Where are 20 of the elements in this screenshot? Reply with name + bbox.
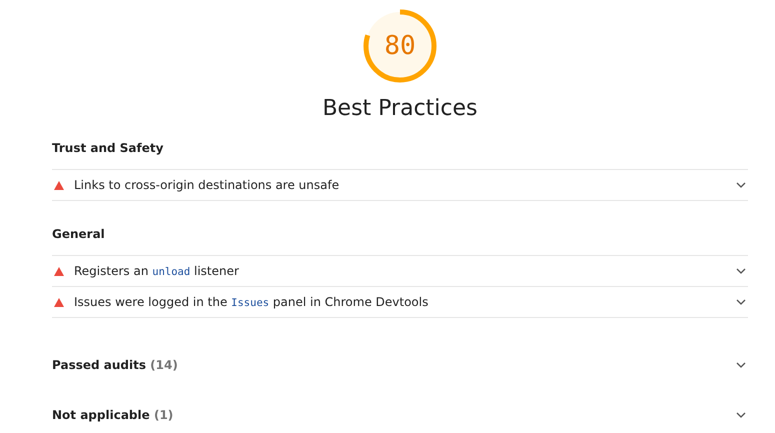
section-title[interactable]: Not applicable (1) [52, 408, 736, 422]
warning-triangle-icon [54, 266, 64, 276]
audit-row[interactable]: Registers an unload listener [52, 255, 748, 286]
category-title: Best Practices [322, 96, 478, 121]
audit-row[interactable]: Links to cross-origin destinations are unsafe [52, 169, 748, 201]
section-title[interactable]: Passed audits (14) [52, 358, 736, 372]
warning-triangle-icon [54, 298, 64, 306]
chevron-down-icon[interactable] [736, 362, 746, 368]
audit-title: Registers an unload listener [74, 264, 240, 278]
chevron-down-icon[interactable] [736, 299, 746, 305]
audit-row[interactable]: Issues were logged in the Issues panel in Chrome Devtools [52, 286, 748, 318]
group-title: Trust and Safety [52, 140, 164, 157]
chevron-down-icon[interactable] [736, 182, 746, 188]
chevron-down-icon[interactable] [736, 412, 746, 418]
warning-triangle-icon [54, 180, 64, 190]
group-title: General [52, 226, 106, 243]
chevron-down-icon[interactable] [736, 268, 746, 274]
audit-title: Issues were logged in the Issues panel in Chrome Devtools [74, 295, 430, 309]
audit-title: Links to cross-origin destinations are unsafe [74, 178, 340, 192]
score-value: 80 [384, 33, 416, 59]
